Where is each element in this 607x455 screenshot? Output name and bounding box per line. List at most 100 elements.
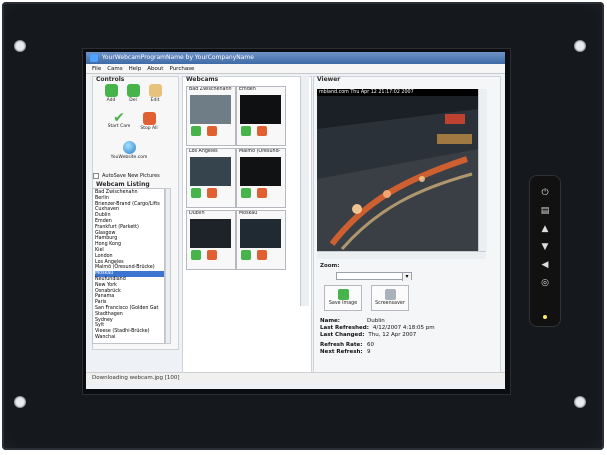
website-button[interactable]: YouWebsite.com: [108, 141, 150, 165]
webcam-listing[interactable]: Bad Zwischenahn Berlin Brienzer-Brand (Car…: [92, 188, 165, 344]
delete-button-label: Del: [129, 98, 137, 103]
add-icon: [104, 84, 118, 97]
play-icon[interactable]: [241, 126, 251, 136]
play-icon[interactable]: [191, 126, 201, 136]
screen: YourWebcamProgramName by YourCompanyName…: [86, 52, 505, 389]
viewer-title: Viewer: [317, 76, 341, 83]
refresh-rate-label: Refresh Rate:: [320, 342, 363, 349]
app-icon: [90, 54, 98, 62]
save-icon: [337, 289, 349, 300]
webcam-listing-item[interactable]: Wanchai: [95, 335, 164, 341]
save-image-label: Save Image: [328, 301, 358, 306]
next-refresh-value: 9: [367, 349, 371, 356]
left-icon[interactable]: ◀: [540, 260, 550, 270]
webcam-tile[interactable]: Bad Zwischenahn: [186, 86, 236, 146]
play-icon[interactable]: [241, 250, 251, 260]
power-icon[interactable]: ⏻: [540, 188, 550, 198]
website-label: YouWebsite.com: [110, 155, 148, 160]
menu-file[interactable]: File: [92, 64, 101, 73]
play-icon[interactable]: [191, 188, 201, 198]
menu-help[interactable]: Help: [129, 64, 142, 73]
info-row: Refresh Rate: 60: [320, 342, 435, 349]
webcam-tile[interactable]: Moskau: [236, 210, 286, 270]
webcam-actions: [241, 188, 267, 198]
autosave-row[interactable]: AutoSave New Pictures: [93, 173, 160, 179]
stop-icon: [142, 112, 156, 125]
webcam-listing-item[interactable]: San Francisco (Golden Gat: [95, 306, 164, 312]
menu-icon[interactable]: ▤: [540, 206, 550, 216]
menu-cams[interactable]: Cams: [107, 64, 122, 73]
delete-icon: [126, 84, 140, 97]
webcam-thumbnail: [240, 157, 281, 186]
viewer-vertical-scrollbar[interactable]: [478, 89, 487, 251]
webcam-listing-title: Webcam Listing: [96, 181, 150, 188]
webcam-name: Los Angeles: [189, 149, 218, 154]
up-icon[interactable]: ▲: [540, 224, 550, 234]
webcam-name: Bad Zwischenahn: [189, 87, 232, 92]
screensaver-icon: [384, 289, 396, 300]
webcam-actions: [191, 126, 217, 136]
webcam-thumbnail: [240, 95, 281, 124]
stop-all-label: Stop All: [140, 126, 158, 131]
refresh-rate-value: 60: [367, 342, 374, 349]
webcam-actions: [191, 188, 217, 198]
listing-scrollbar[interactable]: [165, 188, 171, 344]
webcam-tile[interactable]: Dublin: [186, 210, 236, 270]
menu-about[interactable]: About: [147, 64, 163, 73]
status-bar: Downloading webcam.jpg [100]: [86, 372, 505, 383]
webcam-thumbnail: [240, 219, 281, 248]
screensaver-button[interactable]: Screensaver: [371, 285, 409, 311]
webcams-title: Webcams: [186, 76, 219, 83]
play-icon[interactable]: [241, 188, 251, 198]
viewer-image: mbland.com Thu Apr 12 21:17:02 2007: [317, 89, 478, 251]
remove-icon[interactable]: [257, 188, 267, 198]
zoom-dropdown[interactable]: ▾: [336, 272, 412, 281]
edit-button-label: Edit: [150, 98, 160, 103]
screensaver-label: Screensaver: [375, 301, 405, 306]
webcam-tile[interactable]: Malmö (Öresund-: [236, 148, 286, 208]
auto-icon[interactable]: ◎: [540, 278, 550, 288]
delete-button[interactable]: Del: [124, 84, 142, 104]
chevron-down-icon[interactable]: ▾: [402, 273, 411, 281]
webcam-tile[interactable]: Los Angeles: [186, 148, 236, 208]
add-button[interactable]: Add: [102, 84, 120, 104]
stop-all-button[interactable]: Stop All: [136, 112, 162, 132]
webcam-thumbnail: [190, 157, 231, 186]
viewer-header: mbland.com Thu Apr 12 21:17:02 2007: [317, 89, 478, 96]
webcams-scrollbar[interactable]: [300, 76, 309, 306]
viewer-info: Name: Dublin Last Refreshed: 4/12/2007 4…: [320, 318, 435, 356]
menu-purchase[interactable]: Purchase: [169, 64, 194, 73]
edit-button[interactable]: Edit: [146, 84, 164, 104]
remove-icon[interactable]: [207, 250, 217, 260]
mount-hole: [14, 40, 26, 52]
webcam-tile[interactable]: Emden: [236, 86, 286, 146]
autosave-label: AutoSave New Pictures: [102, 173, 160, 179]
save-image-button[interactable]: Save Image: [324, 285, 362, 311]
down-icon[interactable]: ▼: [540, 242, 550, 252]
remove-icon[interactable]: [257, 250, 267, 260]
viewer-horizontal-scrollbar[interactable]: [317, 251, 486, 259]
mount-hole: [574, 396, 586, 408]
info-row: Last Changed: Thu, 12 Apr 2007: [320, 332, 435, 339]
mount-hole: [14, 396, 26, 408]
add-button-label: Add: [106, 98, 116, 103]
name-label: Name:: [320, 318, 340, 324]
mount-hole: [574, 40, 586, 52]
webcam-name: Dublin: [189, 211, 205, 216]
info-row: Last Refreshed: 4/12/2007 4:18:05 pm: [320, 325, 435, 332]
window-titlebar[interactable]: YourWebcamProgramName by YourCompanyName: [86, 52, 505, 64]
webcam-actions: [191, 250, 217, 260]
street-view-image: [317, 96, 478, 251]
remove-icon[interactable]: [207, 188, 217, 198]
webcam-actions: [241, 126, 267, 136]
play-icon[interactable]: [191, 250, 201, 260]
remove-icon[interactable]: [257, 126, 267, 136]
start-cam-label: Start Cam: [107, 124, 131, 129]
remove-icon[interactable]: [207, 126, 217, 136]
zoom-label: Zoom:: [320, 263, 340, 269]
webcam-thumbnail: [190, 219, 231, 248]
start-cam-button[interactable]: ✔ Start Cam: [106, 111, 132, 132]
edit-icon: [148, 84, 162, 97]
last-changed-value: Thu, 12 Apr 2007: [368, 331, 417, 338]
autosave-checkbox[interactable]: [93, 173, 99, 179]
